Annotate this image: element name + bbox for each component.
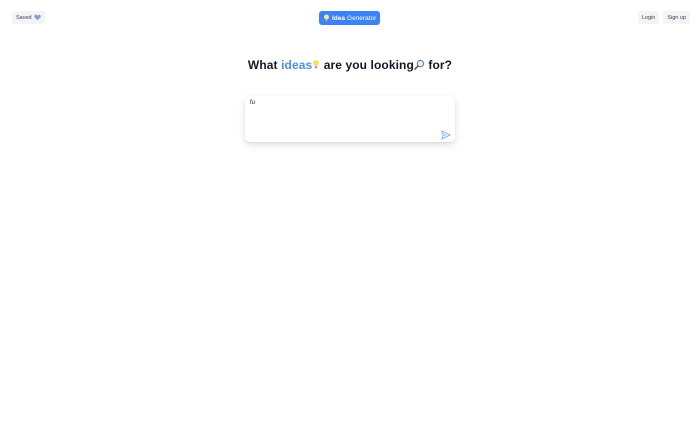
brand-name-rest: Generator: [347, 14, 377, 22]
headline-part-1: What: [247, 58, 278, 72]
prompt-input[interactable]: fu: [249, 100, 257, 106]
headline-part-2: are you looking: [323, 58, 414, 72]
brand-name-bold: Idea: [332, 14, 346, 22]
send-icon: [441, 130, 451, 140]
top-bar: Saved Idea Generator Login Sign up: [10, 11, 690, 25]
page-headline: What ideas are you looking for?: [0, 58, 700, 73]
saved-button[interactable]: Saved: [12, 11, 45, 24]
brand-logo-button[interactable]: Idea Generator: [319, 11, 381, 25]
headline-part-3: for?: [428, 58, 453, 72]
lightbulb-icon: [312, 59, 320, 73]
login-button[interactable]: Login: [637, 11, 660, 24]
saved-label: Saved: [16, 14, 32, 21]
heart-icon: [33, 14, 41, 21]
magnifier-icon: [414, 59, 425, 73]
send-button[interactable]: [441, 127, 451, 140]
prompt-card: fu: [245, 96, 455, 142]
auth-buttons: Login Sign up: [637, 11, 690, 24]
lightbulb-icon: [323, 14, 330, 22]
signup-button[interactable]: Sign up: [663, 11, 690, 24]
headline-accent: ideas: [281, 58, 313, 72]
page: Saved Idea Generator Login Sign up What: [0, 0, 700, 438]
